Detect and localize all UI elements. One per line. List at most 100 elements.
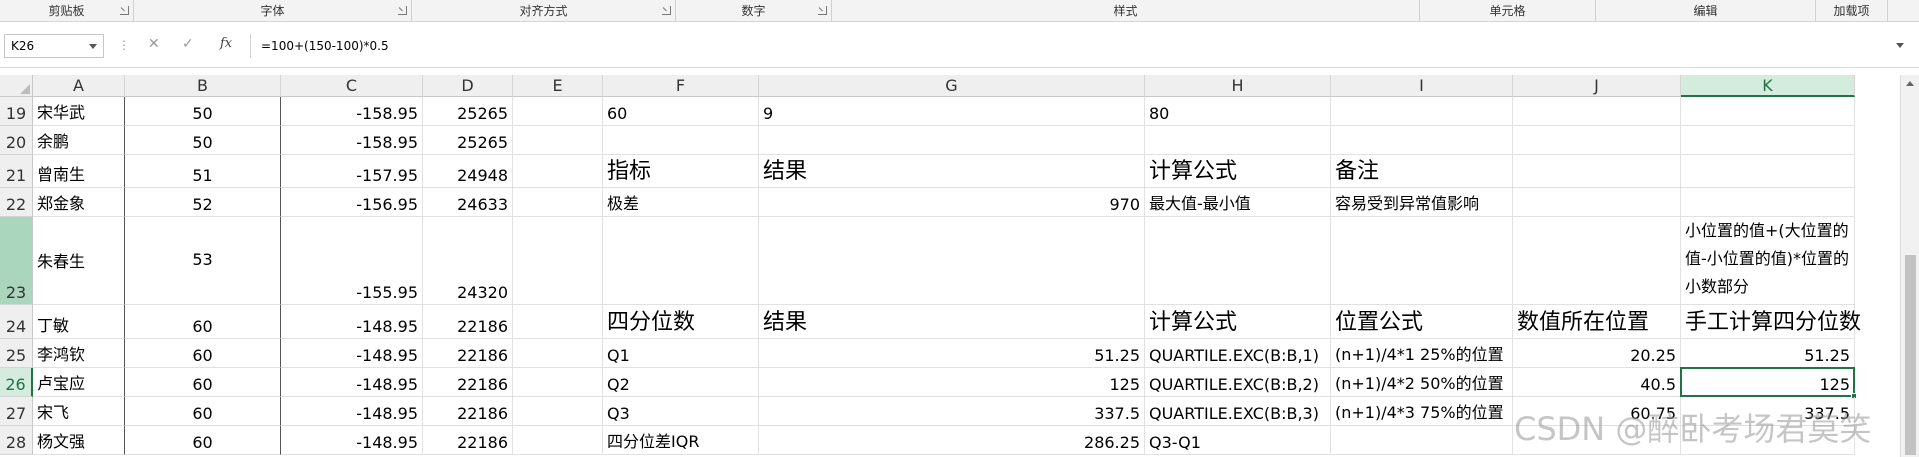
cell-k20[interactable] bbox=[1681, 126, 1855, 155]
cell-e20[interactable] bbox=[513, 126, 603, 155]
more-options-icon[interactable]: ⋮ bbox=[118, 38, 130, 52]
cell-j20[interactable] bbox=[1513, 126, 1681, 155]
row-header-27[interactable]: 27 bbox=[0, 397, 33, 426]
column-header-h[interactable]: H bbox=[1145, 75, 1331, 97]
cell-e24[interactable] bbox=[513, 305, 603, 339]
cell-i20[interactable] bbox=[1331, 126, 1513, 155]
column-header-j[interactable]: J bbox=[1513, 75, 1681, 97]
ribbon-group-clipboard[interactable]: 剪贴板 bbox=[0, 0, 134, 22]
cell-j23[interactable] bbox=[1513, 217, 1681, 305]
row-header-26[interactable]: 26 bbox=[0, 368, 33, 397]
cell-c25[interactable]: -148.95 bbox=[281, 339, 423, 368]
cell-f25[interactable]: Q1 bbox=[603, 339, 759, 368]
cell-c23[interactable]: -155.95 bbox=[281, 217, 423, 305]
cell-e21[interactable] bbox=[513, 155, 603, 188]
cell-c24[interactable]: -148.95 bbox=[281, 305, 423, 339]
cell-e22[interactable] bbox=[513, 188, 603, 217]
cell-f27[interactable]: Q3 bbox=[603, 397, 759, 426]
cell-i25[interactable]: (n+1)/4*1 25%的位置 bbox=[1331, 339, 1513, 368]
vertical-scrollbar[interactable] bbox=[1900, 75, 1919, 457]
cell-d23[interactable]: 24320 bbox=[423, 217, 513, 305]
cell-b24[interactable]: 60 bbox=[125, 305, 281, 339]
cell-f22[interactable]: 极差 bbox=[603, 188, 759, 217]
cell-a19[interactable]: 宋华武 bbox=[33, 97, 125, 126]
cell-f19[interactable]: 60 bbox=[603, 97, 759, 126]
cell-g25[interactable]: 51.25 bbox=[759, 339, 1145, 368]
cell-h28[interactable]: Q3-Q1 bbox=[1145, 426, 1331, 455]
cell-f23[interactable] bbox=[603, 217, 759, 305]
row-header-19[interactable]: 19 bbox=[0, 97, 33, 126]
cell-j22[interactable] bbox=[1513, 188, 1681, 217]
cell-g27[interactable]: 337.5 bbox=[759, 397, 1145, 426]
cell-k21[interactable] bbox=[1681, 155, 1855, 188]
cell-h26[interactable]: QUARTILE.EXC(B:B,2) bbox=[1145, 368, 1331, 397]
cell-h25[interactable]: QUARTILE.EXC(B:B,1) bbox=[1145, 339, 1331, 368]
cell-d26[interactable]: 22186 bbox=[423, 368, 513, 397]
cell-g19[interactable]: 9 bbox=[759, 97, 1145, 126]
cell-a22[interactable]: 郑金象 bbox=[33, 188, 125, 217]
cell-d28[interactable]: 22186 bbox=[423, 426, 513, 455]
cell-d27[interactable]: 22186 bbox=[423, 397, 513, 426]
column-header-g[interactable]: G bbox=[759, 75, 1145, 97]
cell-g21[interactable]: 结果 bbox=[759, 155, 1145, 188]
cell-i26[interactable]: (n+1)/4*2 50%的位置 bbox=[1331, 368, 1513, 397]
cell-i28[interactable] bbox=[1331, 426, 1513, 455]
cell-b26[interactable]: 60 bbox=[125, 368, 281, 397]
cell-f24[interactable]: 四分位数 bbox=[603, 305, 759, 339]
cell-a20[interactable]: 余鹏 bbox=[33, 126, 125, 155]
cell-d20[interactable]: 25265 bbox=[423, 126, 513, 155]
dialog-launcher-icon[interactable] bbox=[818, 6, 827, 15]
cell-a21[interactable]: 曾南生 bbox=[33, 155, 125, 188]
cell-h22[interactable]: 最大值-最小值 bbox=[1145, 188, 1331, 217]
cell-d25[interactable]: 22186 bbox=[423, 339, 513, 368]
cell-b23[interactable]: 53 bbox=[125, 217, 281, 305]
cell-a23[interactable]: 朱春生 bbox=[33, 217, 125, 305]
cell-d22[interactable]: 24633 bbox=[423, 188, 513, 217]
expand-formula-icon[interactable] bbox=[1896, 43, 1904, 48]
cell-h20[interactable] bbox=[1145, 126, 1331, 155]
ribbon-group-editing[interactable]: 编辑 bbox=[1596, 0, 1816, 22]
cell-j19[interactable] bbox=[1513, 97, 1681, 126]
row-header-21[interactable]: 21 bbox=[0, 155, 33, 188]
cell-i21[interactable]: 备注 bbox=[1331, 155, 1513, 188]
scrollbar-thumb[interactable] bbox=[1905, 255, 1916, 455]
cell-b22[interactable]: 52 bbox=[125, 188, 281, 217]
cell-e26[interactable] bbox=[513, 368, 603, 397]
cell-d21[interactable]: 24948 bbox=[423, 155, 513, 188]
cell-a26[interactable]: 卢宝应 bbox=[33, 368, 125, 397]
row-header-24[interactable]: 24 bbox=[0, 305, 33, 339]
cell-h27[interactable]: QUARTILE.EXC(B:B,3) bbox=[1145, 397, 1331, 426]
column-header-k[interactable]: K bbox=[1681, 75, 1855, 97]
cell-h21[interactable]: 计算公式 bbox=[1145, 155, 1331, 188]
cell-j24[interactable]: 数值所在位置 bbox=[1513, 305, 1681, 339]
cell-a27[interactable]: 宋飞 bbox=[33, 397, 125, 426]
cancel-icon[interactable]: ✕ bbox=[148, 36, 160, 52]
cell-k19[interactable] bbox=[1681, 97, 1855, 126]
cell-b20[interactable]: 50 bbox=[125, 126, 281, 155]
chevron-down-icon[interactable] bbox=[89, 44, 97, 49]
cell-g28[interactable]: 286.25 bbox=[759, 426, 1145, 455]
ribbon-group-addins[interactable]: 加载项 bbox=[1816, 0, 1888, 22]
cell-f21[interactable]: 指标 bbox=[603, 155, 759, 188]
cell-b25[interactable]: 60 bbox=[125, 339, 281, 368]
cell-e23[interactable] bbox=[513, 217, 603, 305]
cell-c28[interactable]: -148.95 bbox=[281, 426, 423, 455]
cell-f20[interactable] bbox=[603, 126, 759, 155]
cell-b19[interactable]: 50 bbox=[125, 97, 281, 126]
cell-i27[interactable]: (n+1)/4*3 75%的位置 bbox=[1331, 397, 1513, 426]
cell-b27[interactable]: 60 bbox=[125, 397, 281, 426]
ribbon-group-alignment[interactable]: 对齐方式 bbox=[412, 0, 676, 22]
cell-e28[interactable] bbox=[513, 426, 603, 455]
dialog-launcher-icon[interactable] bbox=[662, 6, 671, 15]
row-header-23[interactable]: 23 bbox=[0, 217, 33, 305]
cell-g22[interactable]: 970 bbox=[759, 188, 1145, 217]
name-box[interactable]: K26 bbox=[4, 34, 104, 58]
cell-j25[interactable]: 20.25 bbox=[1513, 339, 1681, 368]
cell-g20[interactable] bbox=[759, 126, 1145, 155]
cell-i19[interactable] bbox=[1331, 97, 1513, 126]
cell-g23[interactable] bbox=[759, 217, 1145, 305]
cell-h24[interactable]: 计算公式 bbox=[1145, 305, 1331, 339]
cell-i23[interactable] bbox=[1331, 217, 1513, 305]
ribbon-group-number[interactable]: 数字 bbox=[676, 0, 832, 22]
cell-f26[interactable]: Q2 bbox=[603, 368, 759, 397]
